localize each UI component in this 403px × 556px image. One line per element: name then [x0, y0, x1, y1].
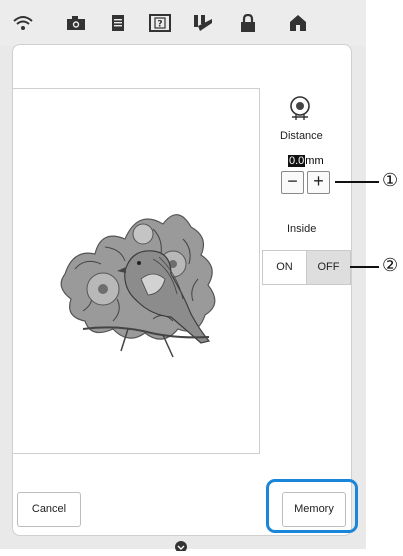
bird-embroidery-icon — [60, 214, 216, 358]
callout-line-2 — [350, 266, 379, 268]
callout-2: ② — [382, 255, 399, 276]
distance-readout: 0.0mm — [288, 155, 324, 167]
decrease-button[interactable]: − — [281, 171, 304, 194]
cancel-button[interactable]: Cancel — [17, 492, 81, 527]
inside-label: Inside — [287, 223, 317, 235]
lock-icon[interactable] — [235, 12, 261, 34]
inside-off-button[interactable]: OFF — [306, 250, 351, 285]
help-icon[interactable]: ? — [147, 12, 173, 34]
bottom-handle-icon[interactable] — [174, 538, 188, 553]
inside-on-button[interactable]: ON — [262, 250, 307, 285]
document-icon[interactable] — [105, 12, 131, 34]
device-screen: ? Distance 0.0mm − + Inside ON OFF Cance… — [0, 0, 366, 553]
callout-1: ① — [382, 170, 399, 191]
distance-unit: mm — [305, 155, 324, 167]
wifi-icon[interactable] — [10, 12, 36, 34]
embroidery-preview — [12, 88, 260, 454]
memory-highlight — [266, 479, 358, 533]
distance-label: Distance — [280, 130, 323, 142]
sewing-settings-icon[interactable] — [190, 12, 216, 34]
distance-icon — [288, 96, 312, 122]
distance-value: 0.0 — [288, 155, 306, 167]
increase-button[interactable]: + — [307, 171, 330, 194]
home-icon[interactable] — [285, 12, 311, 34]
svg-text:?: ? — [157, 20, 162, 30]
status-bar: ? — [0, 0, 366, 46]
callout-line-1 — [335, 181, 379, 183]
camera-icon[interactable] — [63, 12, 89, 34]
